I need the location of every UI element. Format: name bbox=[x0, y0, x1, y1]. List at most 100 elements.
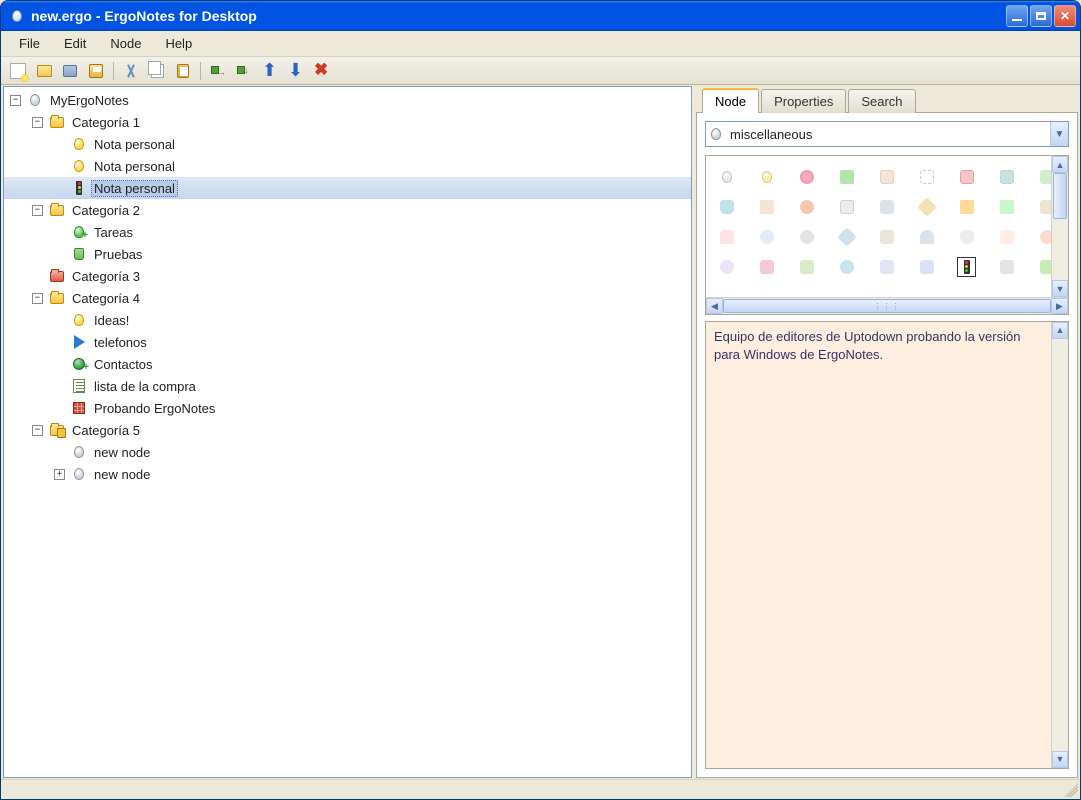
palette-icon[interactable] bbox=[838, 167, 857, 187]
scroll-left-button[interactable]: ◀ bbox=[706, 298, 723, 314]
tree-node-cat2-item1[interactable]: Tareas bbox=[4, 221, 691, 243]
tree-node-cat5-item1[interactable]: new node bbox=[4, 441, 691, 463]
tree-node-cat1-item1[interactable]: Nota personal bbox=[4, 133, 691, 155]
palette-icon[interactable] bbox=[798, 167, 817, 187]
scroll-thumb[interactable] bbox=[1053, 173, 1067, 219]
note-content[interactable]: Equipo de editores de Uptodown probando … bbox=[705, 321, 1069, 769]
collapse-icon[interactable]: − bbox=[32, 293, 43, 304]
palette-icon[interactable] bbox=[838, 257, 857, 277]
palette-icon[interactable] bbox=[997, 167, 1016, 187]
palette-icon[interactable] bbox=[758, 227, 777, 247]
palette-icon[interactable] bbox=[838, 227, 857, 247]
palette-icon[interactable] bbox=[957, 167, 976, 187]
palette-icon[interactable] bbox=[917, 257, 936, 277]
expand-icon[interactable]: + bbox=[54, 469, 65, 480]
palette-icon[interactable] bbox=[878, 257, 897, 277]
menu-file[interactable]: File bbox=[7, 33, 52, 54]
tree-node-cat4-item5[interactable]: Probando ErgoNotes bbox=[4, 397, 691, 419]
collapse-icon[interactable]: − bbox=[32, 117, 43, 128]
palette-icon[interactable] bbox=[798, 227, 817, 247]
tb-save-button[interactable] bbox=[84, 59, 108, 83]
tree-node-label: Categoría 3 bbox=[69, 268, 143, 285]
palette-icon[interactable] bbox=[838, 197, 857, 217]
close-button[interactable]: ✕ bbox=[1054, 5, 1076, 27]
palette-icon[interactable] bbox=[917, 167, 936, 187]
palette-icon[interactable] bbox=[917, 227, 936, 247]
palette-icon[interactable] bbox=[718, 197, 737, 217]
palette-icon[interactable] bbox=[997, 227, 1016, 247]
tb-insert-sibling-button[interactable] bbox=[232, 59, 256, 83]
palette-icon[interactable] bbox=[798, 197, 817, 217]
palette-icon-selected[interactable] bbox=[957, 257, 976, 277]
palette-icon[interactable] bbox=[798, 257, 817, 277]
tree-node-cat4-item2[interactable]: telefonos bbox=[4, 331, 691, 353]
tree-node-cat1-item2[interactable]: Nota personal bbox=[4, 155, 691, 177]
tree-node-cat4-item1[interactable]: Ideas! bbox=[4, 309, 691, 331]
vertical-scrollbar[interactable]: ▲ ▼ bbox=[1051, 322, 1068, 768]
scroll-thumb[interactable]: ⋮⋮⋮ bbox=[723, 299, 1051, 313]
tb-delete-button[interactable]: ✖ bbox=[310, 59, 334, 83]
minimize-button[interactable] bbox=[1006, 5, 1028, 27]
tree-node-cat3[interactable]: Categoría 3 bbox=[4, 265, 691, 287]
tree-node-cat1-item3[interactable]: Nota personal bbox=[4, 177, 691, 199]
tb-paste-button[interactable] bbox=[171, 59, 195, 83]
tab-node[interactable]: Node bbox=[702, 88, 759, 113]
tab-properties[interactable]: Properties bbox=[761, 89, 846, 113]
tree-node-cat5-item2[interactable]: + new node bbox=[4, 463, 691, 485]
menu-node[interactable]: Node bbox=[98, 33, 153, 54]
tb-move-down-button[interactable]: ⬇ bbox=[284, 59, 308, 83]
tree-node-cat4-item3[interactable]: Contactos bbox=[4, 353, 691, 375]
menu-help[interactable]: Help bbox=[153, 33, 204, 54]
palette-icon[interactable] bbox=[758, 197, 777, 217]
scroll-up-button[interactable]: ▲ bbox=[1052, 156, 1068, 173]
tree-view[interactable]: − MyErgoNotes − Categoría 1 Nota persona… bbox=[3, 86, 692, 778]
palette-icon[interactable] bbox=[758, 257, 777, 277]
palette-icon[interactable] bbox=[718, 167, 737, 187]
tb-opendb-button[interactable] bbox=[58, 59, 82, 83]
tab-search[interactable]: Search bbox=[848, 89, 915, 113]
maximize-button[interactable] bbox=[1030, 5, 1052, 27]
tree-node-cat4-item4[interactable]: lista de la compra bbox=[4, 375, 691, 397]
tb-cut-button[interactable] bbox=[119, 59, 143, 83]
tree-node-cat2-item2[interactable]: Pruebas bbox=[4, 243, 691, 265]
palette-icon[interactable] bbox=[997, 197, 1016, 217]
tree-node-cat1[interactable]: − Categoría 1 bbox=[4, 111, 691, 133]
scroll-up-button[interactable]: ▲ bbox=[1052, 322, 1068, 339]
scroll-right-button[interactable]: ▶ bbox=[1051, 298, 1068, 314]
tb-new-button[interactable] bbox=[6, 59, 30, 83]
folder-icon bbox=[49, 114, 65, 130]
palette-icon[interactable] bbox=[957, 197, 976, 217]
tb-open-button[interactable] bbox=[32, 59, 56, 83]
palette-icon[interactable] bbox=[997, 257, 1016, 277]
tb-move-up-button[interactable]: ⬆ bbox=[258, 59, 282, 83]
collapse-icon[interactable]: − bbox=[32, 425, 43, 436]
scroll-down-button[interactable]: ▼ bbox=[1052, 751, 1068, 768]
scroll-down-button[interactable]: ▼ bbox=[1052, 280, 1068, 297]
tb-copy-button[interactable] bbox=[145, 59, 169, 83]
tree-node-root[interactable]: − MyErgoNotes bbox=[4, 89, 691, 111]
new-file-icon bbox=[10, 63, 26, 79]
titlebar[interactable]: new.ergo - ErgoNotes for Desktop ✕ bbox=[1, 1, 1080, 31]
chevron-down-icon[interactable]: ▼ bbox=[1050, 122, 1068, 146]
icon-grid[interactable]: ▲ ▼ bbox=[706, 156, 1068, 297]
tb-insert-child-button[interactable] bbox=[206, 59, 230, 83]
node-type-combo[interactable]: miscellaneous ▼ bbox=[705, 121, 1069, 147]
resize-grip-icon[interactable] bbox=[1064, 783, 1078, 797]
collapse-icon[interactable]: − bbox=[32, 205, 43, 216]
palette-icon[interactable] bbox=[718, 257, 737, 277]
palette-icon[interactable] bbox=[718, 227, 737, 247]
horizontal-scrollbar[interactable]: ◀ ⋮⋮⋮ ▶ bbox=[706, 297, 1068, 314]
palette-icon[interactable] bbox=[917, 197, 936, 217]
tree-node-cat2[interactable]: − Categoría 2 bbox=[4, 199, 691, 221]
menu-edit[interactable]: Edit bbox=[52, 33, 98, 54]
palette-icon[interactable] bbox=[878, 167, 897, 187]
tree-node-cat5[interactable]: − Categoría 5 bbox=[4, 419, 691, 441]
tree-node-cat4[interactable]: − Categoría 4 bbox=[4, 287, 691, 309]
palette-icon[interactable] bbox=[758, 167, 777, 187]
vertical-scrollbar[interactable]: ▲ ▼ bbox=[1051, 156, 1068, 297]
app-icon bbox=[9, 8, 25, 24]
palette-icon[interactable] bbox=[878, 197, 897, 217]
palette-icon[interactable] bbox=[878, 227, 897, 247]
palette-icon[interactable] bbox=[957, 227, 976, 247]
collapse-icon[interactable]: − bbox=[10, 95, 21, 106]
